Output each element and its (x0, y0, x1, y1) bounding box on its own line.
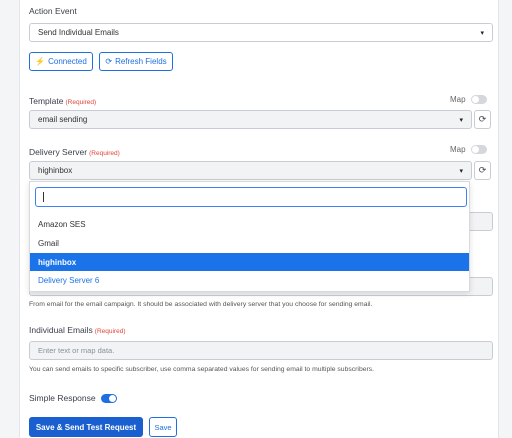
template-label: Template (Required) (29, 96, 96, 106)
save-send-test-button[interactable]: Save & Send Test Request (29, 417, 143, 437)
delivery-server-select[interactable]: highinbox ▾ (29, 161, 472, 180)
from-email-help: From email for the email campaign. It sh… (29, 301, 373, 308)
connected-label: Connected (48, 57, 87, 66)
delivery-server-value: highinbox (38, 166, 73, 175)
template-refresh-icon[interactable]: ⟳ (474, 110, 491, 129)
simple-response-row: Simple Response (29, 393, 117, 403)
simple-response-label: Simple Response (29, 393, 96, 403)
action-event-value: Send Individual Emails (38, 28, 119, 37)
template-map-control: Map (450, 95, 487, 104)
delivery-server-map-control: Map (450, 145, 487, 154)
delivery-server-refresh-icon[interactable]: ⟳ (474, 161, 491, 180)
dropdown-option[interactable]: Gmail (30, 234, 469, 252)
refresh-icon: ⟳ (105, 57, 113, 66)
connected-button[interactable]: ⚡ Connected (29, 52, 93, 71)
template-map-label: Map (450, 95, 466, 104)
delivery-server-dropdown: Amazon SES Gmail highinbox Delivery Serv… (29, 181, 470, 292)
refresh-fields-label: Refresh Fields (115, 57, 167, 66)
delivery-server-label-text: Delivery Server (29, 147, 88, 157)
template-value: email sending (38, 115, 88, 124)
template-select[interactable]: email sending ▾ (29, 110, 472, 129)
delivery-server-required: (Required) (89, 150, 120, 157)
simple-response-toggle[interactable] (100, 393, 117, 403)
action-event-select[interactable]: Send Individual Emails ▾ (29, 23, 493, 42)
template-label-text: Template (29, 96, 64, 106)
caret-down-icon: ▾ (480, 29, 484, 37)
delivery-server-label: Delivery Server (Required) (29, 147, 120, 157)
save-button[interactable]: Save (149, 417, 177, 437)
action-event-label: Action Event (29, 6, 77, 16)
individual-emails-label-text: Individual Emails (29, 325, 93, 335)
text-cursor (43, 192, 44, 202)
caret-down-icon: ▾ (459, 167, 463, 175)
template-required: (Required) (65, 99, 97, 106)
refresh-fields-button[interactable]: ⟳ Refresh Fields (99, 52, 173, 71)
dropdown-option[interactable]: Amazon SES (30, 215, 469, 233)
caret-down-icon: ▾ (459, 116, 463, 124)
dropdown-option-selected[interactable]: highinbox (30, 253, 469, 271)
individual-emails-help: You can send emails to specific subscrib… (29, 366, 375, 373)
template-map-toggle[interactable] (470, 95, 487, 104)
dropdown-search-input[interactable] (35, 187, 467, 207)
dropdown-option[interactable]: Delivery Server 6 (30, 271, 469, 289)
individual-emails-input[interactable]: Enter text or map data. (29, 341, 493, 360)
plug-icon: ⚡ (35, 57, 46, 66)
delivery-server-map-toggle[interactable] (470, 145, 487, 154)
individual-emails-required: (Required) (94, 328, 126, 335)
delivery-server-map-label: Map (450, 145, 466, 154)
individual-emails-label: Individual Emails (Required) (29, 325, 126, 335)
individual-emails-placeholder: Enter text or map data. (38, 346, 115, 355)
